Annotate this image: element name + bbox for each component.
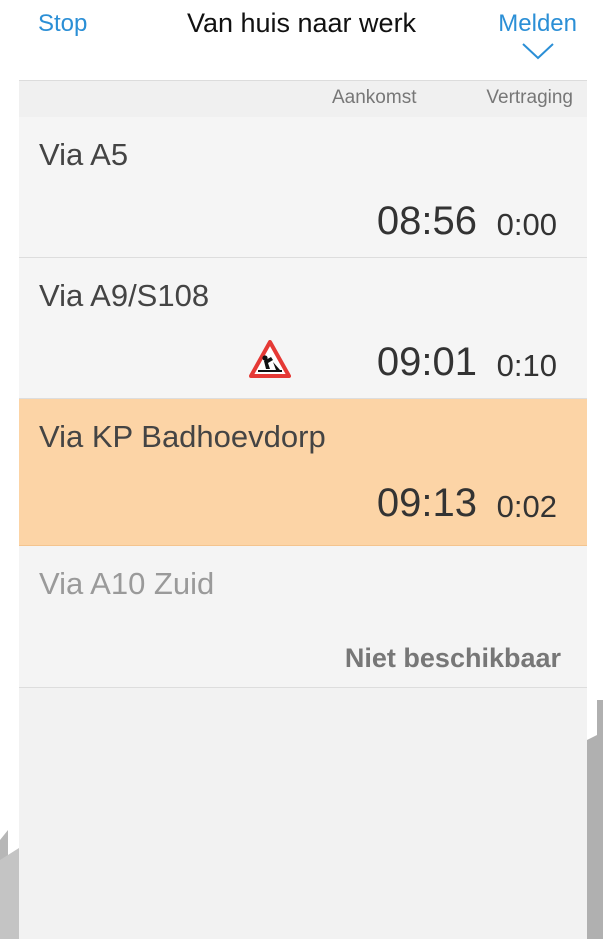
delay-column-header: Vertraging (486, 87, 573, 108)
route-name: Via A10 Zuid (39, 566, 215, 601)
roadworks-warning-icon[interactable] (249, 340, 291, 378)
melden-button[interactable]: Melden (498, 10, 577, 60)
top-bar: Stop Van huis naar werk Melden (0, 0, 603, 80)
delay-time: 0:10 (496, 348, 557, 383)
melden-label: Melden (498, 10, 577, 37)
status-label: Niet beschikbaar (344, 643, 561, 673)
delay-time: 0:00 (496, 207, 557, 242)
route-name: Via KP Badhoevdorp (39, 419, 326, 454)
route-row-a5[interactable]: Via A5 08:56 0:00 (19, 117, 587, 258)
arrival-column-header: Aankomst (332, 87, 417, 108)
column-headers: Aankomst Vertraging (19, 80, 587, 118)
route-name: Via A9/S108 (39, 278, 210, 313)
delay-time: 0:02 (496, 489, 557, 524)
route-name: Via A5 (39, 137, 129, 172)
route-row-kp-badhoevdorp[interactable]: Via KP Badhoevdorp 09:13 0:02 (19, 399, 587, 546)
arrival-time: 09:13 (376, 481, 477, 525)
route-list: Aankomst Vertraging Via A5 08:56 0:00 Vi… (19, 80, 587, 939)
arrival-time: 08:56 (376, 199, 477, 243)
arrival-time: 09:01 (376, 340, 477, 384)
chevron-down-icon (521, 43, 554, 60)
route-row-a10-zuid[interactable]: Via A10 Zuid Niet beschikbaar (19, 546, 587, 688)
route-row-a9-s108[interactable]: Via A9/S108 09:01 0:10 (19, 258, 587, 399)
